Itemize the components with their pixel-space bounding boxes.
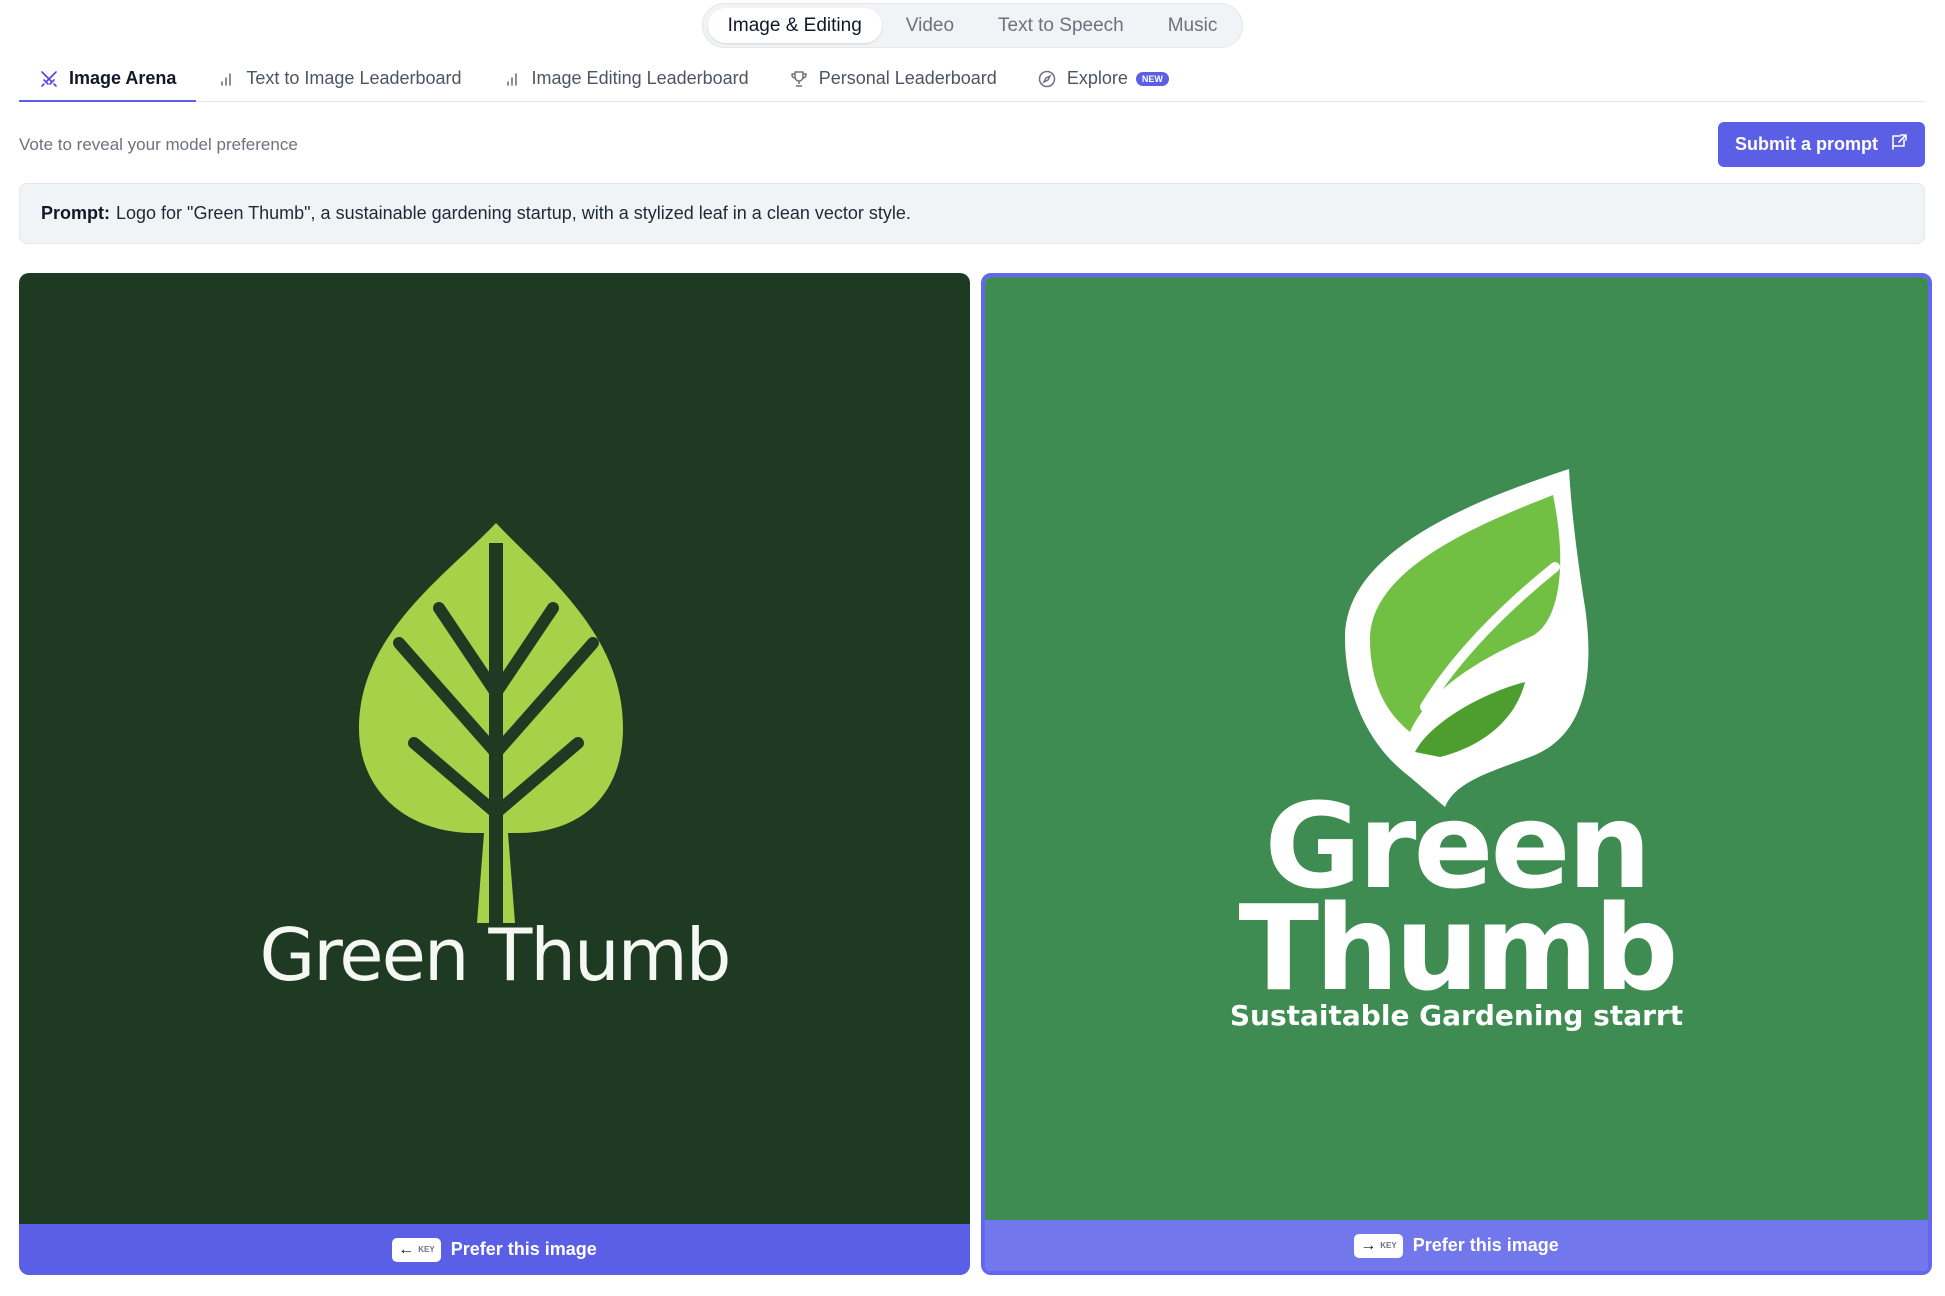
prompt-box: Prompt: Logo for "Green Thumb", a sustai… [19, 183, 1925, 244]
leaf-logo-right [1345, 469, 1589, 807]
trophy-icon [789, 69, 809, 89]
tab-explore[interactable]: Explore NEW [1017, 56, 1189, 101]
tab-label: Explore [1066, 68, 1128, 88]
submit-prompt-button[interactable]: Submit a prompt [1718, 122, 1925, 167]
key-hint-left: ← KEY [392, 1237, 441, 1262]
key-label: KEY [418, 1245, 435, 1254]
prefer-label: Prefer this image [1412, 1235, 1559, 1255]
bar-chart-icon [502, 69, 522, 89]
tab-label: Image Editing Leaderboard [531, 68, 749, 88]
image-card-right[interactable]: Green Thumb Sustaitable Gardening starrt… [981, 273, 1932, 1275]
mode-music[interactable]: Music [1148, 8, 1238, 43]
generated-image-right[interactable]: Green Thumb Sustaitable Gardening starrt [985, 277, 1928, 1220]
new-badge: NEW [1135, 71, 1169, 86]
image-card-left[interactable]: Green Thumb ← KEY Prefer this image [19, 273, 970, 1275]
top-nav-wrapper: Image & Editing Video Text to Speech Mus… [0, 3, 1945, 48]
key-label: KEY [1380, 1241, 1397, 1250]
image-text-right-line2: Thumb [1238, 879, 1679, 1017]
prompt-label: Prompt: [41, 203, 110, 223]
mode-image-editing[interactable]: Image & Editing [707, 8, 882, 43]
external-share-icon [1890, 133, 1908, 156]
page: Image & Editing Video Text to Speech Mus… [0, 0, 1945, 1296]
tab-label: Personal Leaderboard [818, 68, 997, 88]
prefer-label: Prefer this image [450, 1239, 597, 1259]
image-tagline-right: Sustaitable Gardening starrt [1229, 999, 1684, 1032]
mode-video[interactable]: Video [886, 8, 974, 43]
compass-icon [1037, 69, 1057, 89]
vote-instruction: Vote to reveal your model preference [19, 135, 298, 154]
arrow-right-icon: → [1360, 1236, 1377, 1254]
submit-prompt-label: Submit a prompt [1735, 134, 1878, 154]
mode-text-to-speech[interactable]: Text to Speech [978, 8, 1144, 43]
key-hint-right: → KEY [1354, 1233, 1403, 1258]
tab-text-to-image-leaderboard[interactable]: Text to Image Leaderboard [196, 56, 481, 101]
tab-image-arena[interactable]: Image Arena [19, 56, 197, 102]
mode-switcher: Image & Editing Video Text to Speech Mus… [701, 3, 1244, 48]
arrow-left-icon: ← [398, 1240, 415, 1258]
bar-chart-icon [216, 69, 236, 89]
leaf-logo-left [359, 523, 623, 923]
prefer-right-button[interactable]: → KEY Prefer this image [985, 1220, 1928, 1271]
tab-label: Text to Image Leaderboard [246, 68, 462, 88]
arena-icon [39, 69, 59, 89]
prompt-text: Logo for "Green Thumb", a sustainable ga… [116, 203, 911, 223]
tab-personal-leaderboard[interactable]: Personal Leaderboard [769, 56, 1017, 101]
arena-tabs: Image Arena Text to Image Leaderboard Im… [19, 56, 1926, 102]
image-text-left: Green Thumb [259, 913, 731, 997]
tab-image-editing-leaderboard[interactable]: Image Editing Leaderboard [482, 56, 769, 101]
tab-label: Image Arena [69, 68, 177, 88]
generated-image-left[interactable]: Green Thumb [19, 273, 970, 1224]
prefer-left-button[interactable]: ← KEY Prefer this image [19, 1224, 970, 1275]
